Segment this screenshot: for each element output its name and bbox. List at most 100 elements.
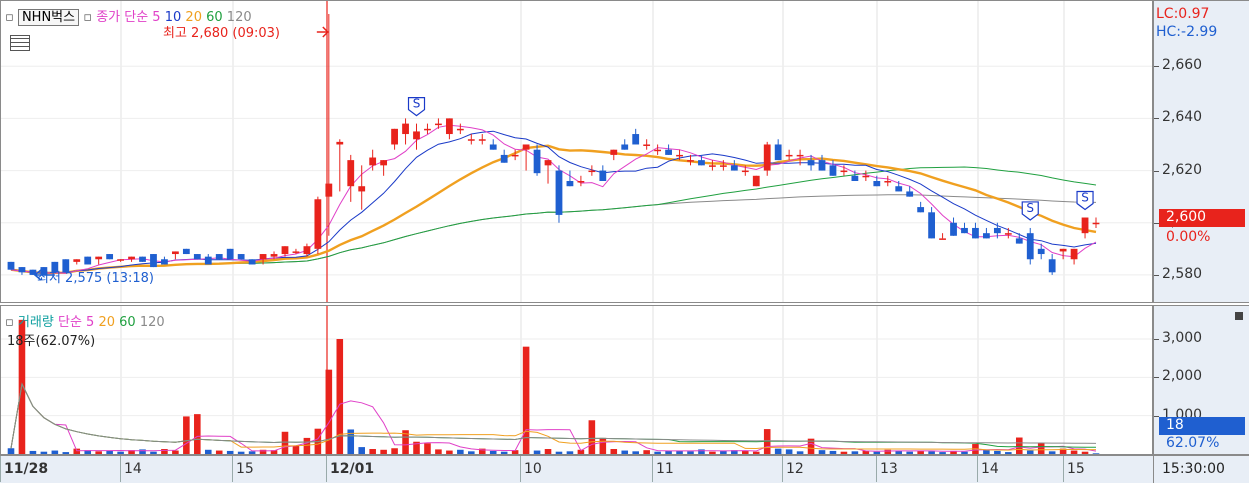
volume-bar bbox=[698, 449, 705, 454]
volume-ma20-line bbox=[10, 382, 1096, 451]
candle bbox=[862, 175, 870, 178]
candle bbox=[161, 259, 168, 265]
volume-bar bbox=[533, 450, 541, 454]
volume-bar bbox=[928, 451, 935, 454]
panel-close-icon[interactable] bbox=[1235, 312, 1243, 320]
candle bbox=[566, 181, 574, 187]
x-axis-label: 15 bbox=[1067, 461, 1085, 477]
volume-bar bbox=[884, 449, 892, 454]
candle bbox=[621, 144, 629, 150]
candle bbox=[193, 254, 201, 260]
volume-bar bbox=[752, 451, 760, 454]
candle bbox=[117, 259, 124, 261]
candle bbox=[730, 165, 738, 171]
price-tick-label: 2,620 bbox=[1162, 161, 1203, 178]
candle bbox=[1092, 222, 1100, 225]
volume-plot bbox=[1, 306, 1152, 454]
candle bbox=[983, 233, 990, 239]
x-axis-label: 14 bbox=[124, 461, 142, 477]
x-axis-label: 14 bbox=[981, 461, 999, 477]
candle bbox=[84, 256, 92, 265]
candle bbox=[1070, 248, 1078, 260]
volume-bar bbox=[840, 451, 848, 454]
table-grid-icon[interactable] bbox=[10, 35, 30, 51]
volume-tick-mark bbox=[1154, 339, 1159, 340]
volume-bar bbox=[994, 450, 1001, 454]
volume-bar bbox=[95, 451, 102, 454]
volume-axis: 3,000 2,000 1,000 18 62.07% bbox=[1153, 305, 1249, 455]
candle bbox=[829, 165, 837, 176]
lc-label: LC:0.97 bbox=[1156, 6, 1210, 22]
volume-legend: ▫ 거래량 단순 5 20 60 120 bbox=[5, 311, 165, 330]
candle bbox=[314, 199, 322, 249]
volume-bar bbox=[7, 448, 15, 454]
legend-toggle-icon[interactable]: ▫ bbox=[5, 315, 14, 330]
x-tick-mark bbox=[326, 456, 327, 482]
legend-toggle-icon[interactable]: ▫ bbox=[5, 10, 14, 25]
volume-bar bbox=[117, 451, 124, 454]
volume-bar bbox=[380, 449, 387, 454]
candle bbox=[215, 254, 223, 260]
candle bbox=[259, 254, 267, 260]
price-axis: LC:0.97 HC:-2.99 2,660 2,640 2,620 2,600 2,5… bbox=[1153, 0, 1249, 303]
candle bbox=[358, 186, 366, 192]
candle bbox=[73, 259, 81, 262]
candle bbox=[248, 259, 256, 265]
candle bbox=[741, 170, 749, 173]
symbol-label[interactable]: NHN벅스 bbox=[17, 9, 80, 26]
candle bbox=[873, 181, 881, 187]
x-axis-label: 11/28 bbox=[4, 461, 49, 477]
signal-marker: S bbox=[1076, 191, 1094, 211]
high-annotation: 최고 2,680 (09:03) bbox=[163, 26, 281, 41]
candle bbox=[7, 261, 15, 270]
candle bbox=[1004, 233, 1012, 235]
x-tick-mark bbox=[652, 456, 653, 482]
volume-bar bbox=[457, 449, 464, 454]
candle bbox=[150, 254, 157, 268]
candle bbox=[533, 149, 541, 174]
volume-bar bbox=[172, 450, 179, 454]
candle bbox=[347, 160, 355, 187]
signal-label: S bbox=[1026, 201, 1034, 215]
volume-title: 거래량 bbox=[17, 315, 54, 330]
volume-bar bbox=[489, 450, 497, 454]
x-axis-label: 10 bbox=[524, 461, 542, 477]
price-tick-label: 2,580 bbox=[1162, 265, 1203, 282]
candle bbox=[522, 144, 530, 150]
price-tick-mark bbox=[1154, 170, 1159, 172]
volume-ma60-label: 60 bbox=[119, 315, 136, 330]
candle bbox=[18, 267, 26, 273]
volume-bar bbox=[643, 450, 650, 454]
signal-label: S bbox=[413, 97, 421, 111]
volume-panel: ▫ 거래량 단순 5 20 60 120 18주(62.07%) bbox=[0, 305, 1153, 455]
volume-bar bbox=[51, 450, 59, 454]
volume-bar bbox=[873, 451, 881, 454]
volume-bar bbox=[555, 451, 563, 454]
volume-bar bbox=[632, 451, 639, 454]
volume-bar bbox=[829, 450, 837, 454]
x-axis-label: 15 bbox=[236, 461, 254, 477]
candle bbox=[906, 191, 914, 197]
candle bbox=[785, 154, 793, 157]
volume-tick-mark bbox=[1154, 377, 1159, 379]
x-tick-mark bbox=[520, 456, 521, 482]
candle bbox=[950, 222, 957, 236]
volume-bar bbox=[1005, 452, 1012, 454]
candle bbox=[500, 154, 508, 163]
volume-bar bbox=[40, 451, 48, 454]
candle bbox=[325, 183, 333, 197]
volume-bar bbox=[391, 448, 398, 454]
price-tick-mark bbox=[1154, 274, 1159, 276]
volume-bar bbox=[139, 449, 146, 454]
candle bbox=[818, 160, 826, 171]
candle bbox=[1015, 238, 1023, 244]
candle bbox=[588, 170, 596, 173]
volume-bar bbox=[435, 449, 442, 454]
current-volume-pct: 62.07% bbox=[1166, 435, 1220, 451]
volume-bar bbox=[906, 451, 913, 454]
volume-bar bbox=[248, 451, 256, 454]
candle bbox=[895, 186, 903, 192]
legend-toggle-icon[interactable]: ▫ bbox=[83, 10, 92, 25]
volume-bar bbox=[654, 451, 661, 454]
volume-bar bbox=[939, 452, 946, 454]
